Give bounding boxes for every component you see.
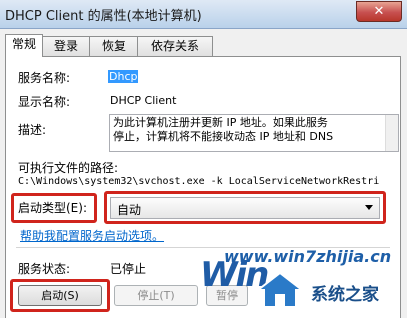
startup-type-highlight bbox=[104, 191, 386, 224]
stop-button[interactable]: 停止(T) bbox=[114, 285, 198, 306]
house-logo-icon bbox=[255, 271, 305, 308]
description-line: 停止，计算机将不能接收动态 IP 地址和 DNS bbox=[113, 130, 334, 143]
description-label: 描述: bbox=[18, 123, 47, 137]
tab-dependencies[interactable]: 依存关系 bbox=[137, 36, 213, 56]
service-status-value: 已停止 bbox=[110, 262, 147, 276]
site-logo: 系统之家 bbox=[255, 270, 405, 314]
close-button[interactable]: ✕ bbox=[356, 1, 402, 22]
help-configure-link[interactable]: 帮助我配置服务启动选项。 bbox=[20, 227, 164, 244]
window-title: DHCP Client 的属性(本地计算机) bbox=[5, 9, 202, 24]
start-button-highlight bbox=[10, 279, 110, 312]
description-line: 为此计算机注册并更新 IP 地址。如果此服务 bbox=[113, 116, 328, 129]
display-name-value[interactable]: DHCP Client bbox=[110, 94, 176, 107]
service-name-value[interactable]: Dhcp bbox=[108, 70, 139, 83]
service-name-label: 服务名称: bbox=[18, 71, 71, 85]
tab-logon[interactable]: 登录 bbox=[41, 36, 91, 56]
logo-text: 系统之家 bbox=[311, 285, 379, 305]
description-scrollbar[interactable] bbox=[385, 115, 398, 151]
service-status-label: 服务状态: bbox=[18, 262, 71, 276]
startup-type-label-highlight bbox=[11, 193, 97, 223]
tab-general[interactable]: 常规 bbox=[5, 34, 43, 57]
exe-path-label: 可执行文件的路径: bbox=[18, 161, 119, 175]
tab-recovery[interactable]: 恢复 bbox=[89, 36, 139, 56]
display-name-label: 显示名称: bbox=[18, 95, 71, 109]
exe-path-value: C:\Windows\system32\svchost.exe -k Local… bbox=[18, 176, 380, 187]
title-bar: DHCP Client 的属性(本地计算机) ✕ bbox=[0, 0, 407, 29]
description-box[interactable]: 为此计算机注册并更新 IP 地址。如果此服务 停止，计算机将不能接收动态 IP … bbox=[109, 114, 399, 152]
